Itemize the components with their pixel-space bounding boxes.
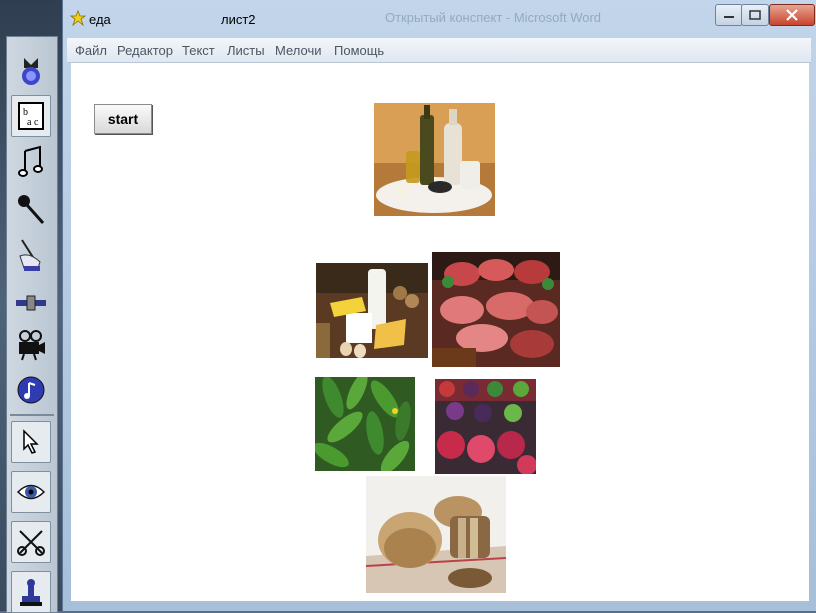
menu-editor[interactable]: Редактор [117,43,173,58]
dairy-image[interactable] [316,263,428,358]
microphone-icon[interactable] [11,189,51,229]
close-icon [786,9,798,21]
fruits-image[interactable] [435,379,536,474]
paint-tool-icon[interactable] [11,235,51,275]
sheet-canvas: start [71,63,809,601]
scissors-icon[interactable] [11,521,51,563]
background-window-title: Открытый конспект - Microsoft Word [385,10,602,25]
music-note-icon[interactable] [11,141,51,181]
stamp-icon[interactable] [11,571,51,613]
title-bar[interactable]: еда лист2 Открытый конспект - Microsoft … [63,0,816,36]
sprite-tool-icon[interactable] [11,51,51,91]
app-star-icon [69,9,87,27]
pointer-arrow-icon[interactable] [11,421,51,463]
video-camera-icon[interactable] [11,325,51,365]
eye-icon[interactable] [11,471,51,513]
maximize-icon [749,10,761,20]
menu-help[interactable]: Помощь [334,43,384,58]
menu-bar: Файл Редактор Текст Листы Мелочи Помощь [67,38,811,63]
menu-file[interactable]: Файл [75,43,107,58]
minimize-icon [724,16,734,18]
palette-divider [10,414,54,416]
sheet-title: лист2 [221,12,256,27]
svg-text:a c: a c [27,117,39,128]
tool-palette: ba c [6,36,58,613]
meat-image[interactable] [432,252,560,367]
minimize-button[interactable] [715,4,743,26]
sound-icon[interactable] [11,370,51,410]
oils-image[interactable] [374,103,495,216]
slider-tool-icon[interactable] [11,283,51,323]
window-title: еда [89,12,111,27]
menu-misc[interactable]: Мелочи [275,43,321,58]
text-tool-icon[interactable]: ba c [11,95,51,137]
app-window: еда лист2 Открытый конспект - Microsoft … [62,0,816,611]
start-button[interactable]: start [94,104,152,134]
close-button[interactable] [769,4,815,26]
maximize-button[interactable] [741,4,769,26]
cucumbers-image[interactable] [315,377,415,471]
bread-image[interactable] [366,476,506,593]
menu-sheets[interactable]: Листы [227,43,265,58]
menu-text[interactable]: Текст [182,43,215,58]
